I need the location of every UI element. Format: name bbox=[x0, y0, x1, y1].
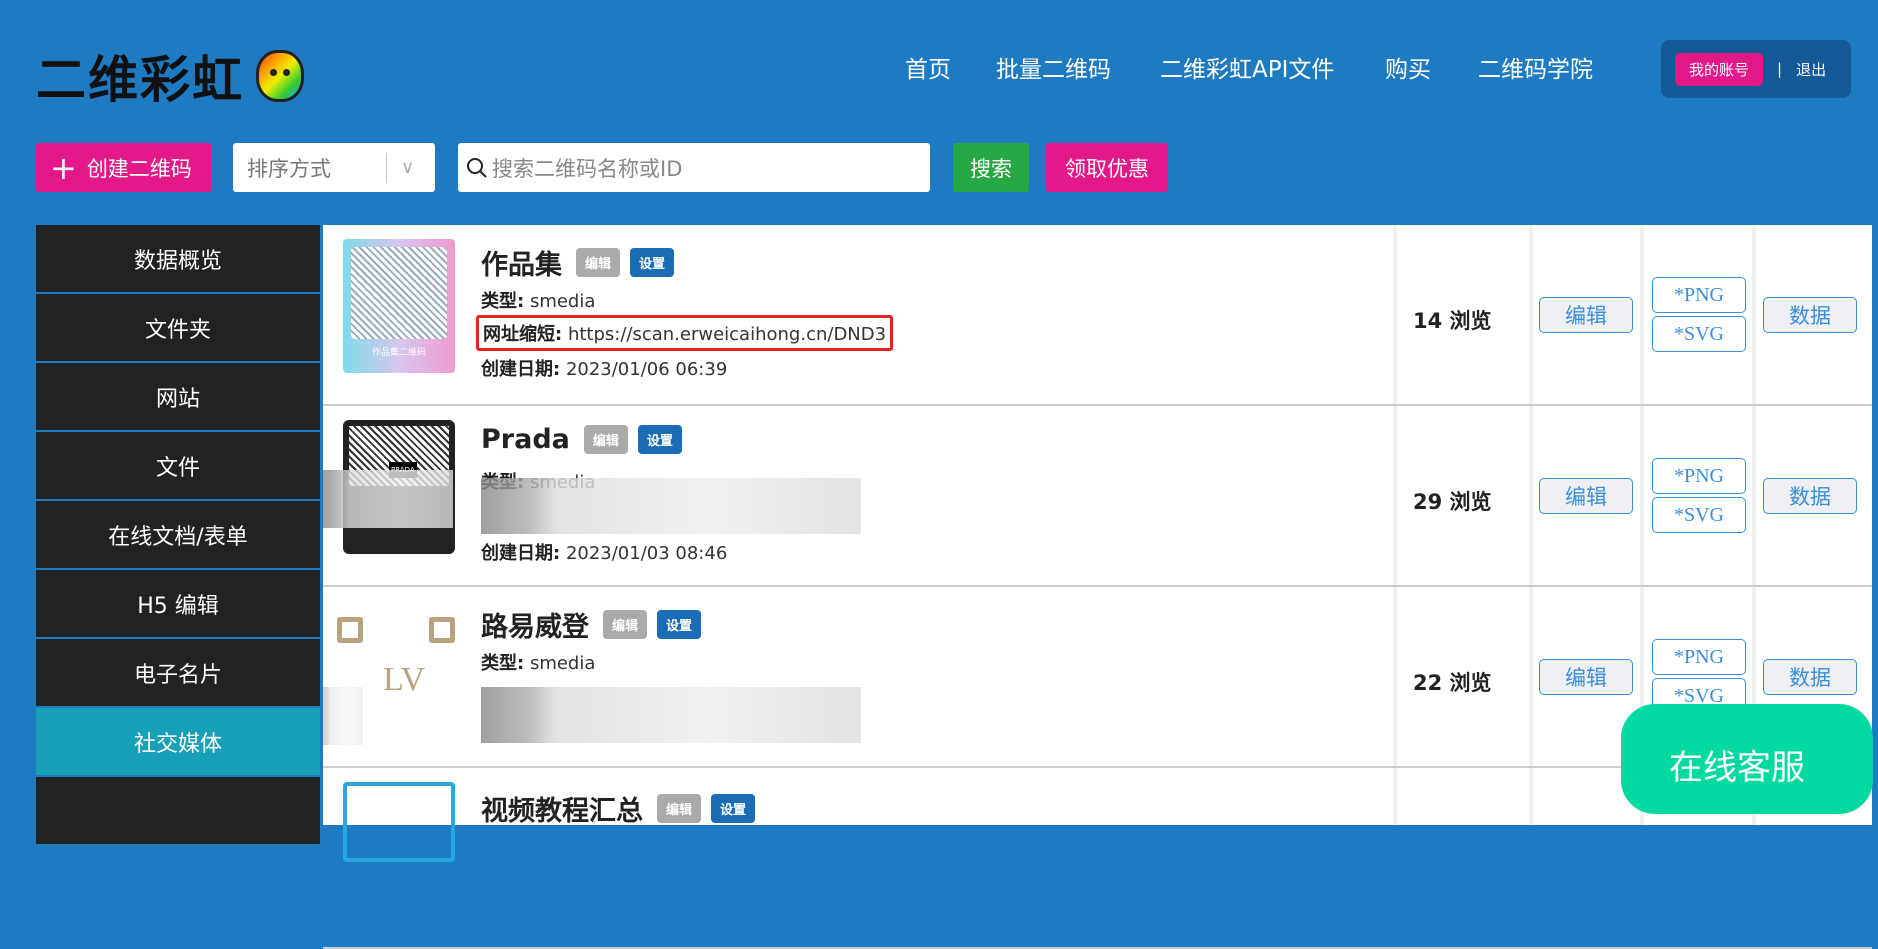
download-png-button[interactable]: *PNG bbox=[1652, 639, 1746, 675]
nav-academy[interactable]: 二维码学院 bbox=[1478, 50, 1593, 84]
download-png-button[interactable]: *PNG bbox=[1652, 458, 1746, 494]
coupon-button[interactable]: 领取优惠 bbox=[1046, 143, 1168, 192]
sidebar-item-website[interactable]: 网站 bbox=[36, 363, 320, 432]
sidebar-item-file[interactable]: 文件 bbox=[36, 432, 320, 501]
edit-tag-button[interactable]: 编辑 bbox=[603, 610, 648, 639]
sidebar-item-more[interactable] bbox=[36, 777, 320, 846]
qr-name: 作品集 bbox=[481, 250, 562, 281]
download-svg-button[interactable]: *SVG bbox=[1652, 316, 1746, 352]
settings-tag-button[interactable]: 设置 bbox=[711, 794, 756, 823]
create-qr-button[interactable]: + 创建二维码 bbox=[36, 143, 211, 192]
settings-tag-button[interactable]: 设置 bbox=[637, 425, 682, 454]
sidebar-item-overview[interactable]: 数据概览 bbox=[36, 225, 320, 294]
table-row: PRADA Prada编辑设置 类型: smedia 创建日期: 2023/01… bbox=[323, 406, 1872, 587]
data-button[interactable]: 数据 bbox=[1763, 297, 1857, 333]
nav-home[interactable]: 首页 bbox=[905, 50, 951, 84]
sidebar-item-docs-forms[interactable]: 在线文档/表单 bbox=[36, 501, 320, 570]
view-count: 14 浏览 bbox=[1413, 309, 1492, 333]
bear-logo-icon bbox=[256, 50, 304, 102]
edit-button[interactable]: 编辑 bbox=[1539, 478, 1633, 514]
edit-tag-button[interactable]: 编辑 bbox=[657, 794, 702, 823]
qr-name: Prada bbox=[481, 424, 570, 455]
qr-code-image[interactable] bbox=[343, 782, 455, 862]
qr-type: 类型: smedia bbox=[481, 291, 596, 312]
online-support-button[interactable]: 在线客服 bbox=[1621, 704, 1873, 814]
sort-select[interactable]: 排序方式 ∨ bbox=[233, 143, 435, 192]
created-date: 创建日期: 2023/01/03 08:46 bbox=[481, 543, 728, 564]
logo-text: 二维彩虹 bbox=[36, 51, 244, 109]
view-count: 29 浏览 bbox=[1413, 490, 1492, 514]
qr-code-image[interactable]: 作品集二维码 bbox=[343, 239, 455, 373]
separator: | bbox=[1777, 60, 1783, 78]
data-button[interactable]: 数据 bbox=[1763, 659, 1857, 695]
sort-placeholder: 排序方式 bbox=[247, 156, 331, 181]
plus-icon: + bbox=[50, 148, 77, 187]
account-box: 我的账号 | 退出 bbox=[1661, 40, 1851, 98]
edit-button[interactable]: 编辑 bbox=[1539, 659, 1633, 695]
logo[interactable]: 二维彩虹 bbox=[36, 40, 304, 112]
created-date: 创建日期: 2023/01/06 06:39 bbox=[481, 359, 728, 380]
my-account-button[interactable]: 我的账号 bbox=[1675, 52, 1764, 86]
logout-link[interactable]: 退出 bbox=[1796, 59, 1826, 80]
download-png-button[interactable]: *PNG bbox=[1652, 277, 1746, 313]
blurred-region bbox=[481, 478, 861, 534]
view-count: 22 浏览 bbox=[1413, 671, 1492, 695]
download-svg-button[interactable]: *SVG bbox=[1652, 497, 1746, 533]
qr-title: Prada 编辑 设置 bbox=[481, 424, 682, 455]
qr-caption: 作品集二维码 bbox=[371, 348, 426, 358]
sidebar: 数据概览 文件夹 网站 文件 在线文档/表单 H5 编辑 电子名片 社交媒体 bbox=[36, 225, 320, 846]
nav-api[interactable]: 二维彩虹API文件 bbox=[1160, 50, 1334, 84]
search-placeholder: 搜索二维码名称或ID bbox=[492, 156, 683, 181]
chevron-down-icon: ∨ bbox=[401, 157, 415, 178]
settings-tag-button[interactable]: 设置 bbox=[657, 610, 702, 639]
divider bbox=[386, 153, 387, 183]
blurred-region bbox=[481, 687, 861, 743]
qr-caption: LV bbox=[383, 661, 426, 698]
qr-type: 类型: smedia bbox=[481, 653, 596, 674]
search-button[interactable]: 搜索 bbox=[953, 143, 1029, 192]
settings-tag-button[interactable]: 设置 bbox=[630, 248, 675, 277]
short-url[interactable]: 网址缩短: https://scan.erweicaihong.cn/DND3 bbox=[476, 315, 894, 351]
blurred-region bbox=[323, 687, 363, 745]
qr-title: 作品集 编辑 设置 bbox=[481, 243, 675, 282]
search-icon bbox=[467, 157, 487, 178]
sidebar-item-vcard[interactable]: 电子名片 bbox=[36, 639, 320, 708]
qr-name: 视频教程汇总 bbox=[481, 796, 643, 827]
data-button[interactable]: 数据 bbox=[1763, 478, 1857, 514]
nav-buy[interactable]: 购买 bbox=[1385, 50, 1431, 84]
sidebar-item-folder[interactable]: 文件夹 bbox=[36, 294, 320, 363]
table-row: 作品集二维码 作品集 编辑 设置 类型: smedia 网址缩短: https://… bbox=[323, 225, 1872, 406]
qr-name: 路易威登 bbox=[481, 612, 589, 643]
edit-tag-button[interactable]: 编辑 bbox=[576, 248, 621, 277]
edit-tag-button[interactable]: 编辑 bbox=[583, 425, 628, 454]
qr-title: 视频教程汇总 编辑 设置 bbox=[481, 789, 756, 828]
nav-batch[interactable]: 批量二维码 bbox=[996, 50, 1111, 84]
search-input[interactable]: 搜索二维码名称或ID bbox=[458, 143, 930, 192]
qr-title: 路易威登 编辑 设置 bbox=[481, 605, 702, 644]
sidebar-item-h5[interactable]: H5 编辑 bbox=[36, 570, 320, 639]
sidebar-item-social-media[interactable]: 社交媒体 bbox=[36, 708, 320, 777]
edit-button[interactable]: 编辑 bbox=[1539, 297, 1633, 333]
create-label: 创建二维码 bbox=[86, 156, 192, 181]
blurred-region bbox=[323, 470, 453, 528]
